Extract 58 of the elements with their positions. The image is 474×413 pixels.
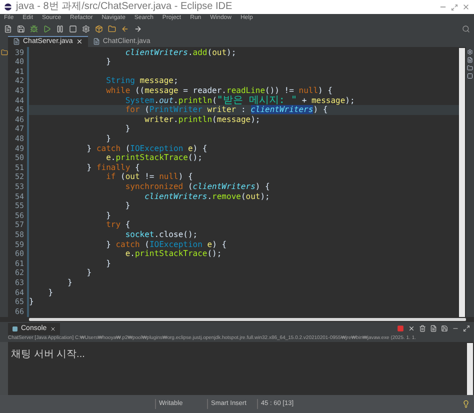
code-line: clientWriters.remove(out); bbox=[144, 192, 270, 202]
window-title: java - 8번 과제/src/ChatServer.java - Eclipse IDE bbox=[16, 0, 232, 14]
search-icon[interactable] bbox=[462, 24, 470, 33]
code-line: } catch (IOException e) { bbox=[86, 144, 208, 154]
code-line: e.printStackTrace(); bbox=[124, 249, 222, 259]
code-line: String message; bbox=[105, 76, 178, 86]
code-line: System.out.println("받은 메시지: " + message); bbox=[124, 96, 355, 106]
code-line: } bbox=[29, 297, 34, 307]
code-line: socket.close(); bbox=[124, 230, 198, 240]
folder-icon[interactable] bbox=[108, 24, 116, 33]
scrollbar[interactable] bbox=[467, 342, 473, 396]
code-line: } bbox=[105, 210, 111, 220]
java-file-icon bbox=[13, 38, 20, 46]
code-line: writer.println(message); bbox=[144, 114, 260, 124]
save-icon[interactable] bbox=[17, 24, 25, 33]
app-logo-icon bbox=[4, 3, 12, 11]
scrollbar[interactable] bbox=[29, 318, 466, 322]
folder-icon[interactable] bbox=[467, 64, 473, 71]
maximize-icon[interactable] bbox=[451, 4, 458, 10]
code-line: clientWriters.add(out); bbox=[124, 48, 236, 58]
document-icon[interactable] bbox=[467, 56, 473, 63]
code-line: } bbox=[105, 134, 111, 144]
code-line: e.printStackTrace(); bbox=[105, 153, 202, 163]
scrollbar[interactable] bbox=[459, 48, 465, 318]
bug-icon[interactable] bbox=[30, 24, 38, 33]
code-line: synchronized (clientWriters) { bbox=[124, 182, 270, 192]
maximize-icon[interactable] bbox=[463, 325, 470, 332]
code-line: if (out != null) { bbox=[106, 172, 193, 182]
trash-icon[interactable] bbox=[419, 325, 426, 332]
save-icon[interactable] bbox=[441, 325, 448, 332]
code-line: } bbox=[105, 258, 111, 268]
close-icon[interactable] bbox=[408, 325, 415, 332]
document-icon[interactable] bbox=[430, 325, 437, 332]
code-line: } bbox=[124, 201, 130, 211]
code-line: try { bbox=[105, 220, 130, 230]
lightbulb-icon[interactable] bbox=[462, 400, 470, 408]
code-line: } bbox=[47, 288, 54, 298]
code-line: } bbox=[86, 268, 92, 278]
stop-icon[interactable] bbox=[69, 24, 77, 33]
document-icon[interactable] bbox=[4, 24, 12, 33]
folder-icon[interactable] bbox=[0, 48, 8, 56]
arrow-left-icon[interactable] bbox=[121, 24, 129, 33]
code-line: } bbox=[124, 124, 130, 134]
code-line: } catch (IOException e) { bbox=[105, 240, 227, 250]
pause-icon[interactable] bbox=[56, 24, 64, 33]
gear-icon[interactable] bbox=[467, 48, 473, 55]
code-line: while ((message = reader.readLine()) != null) { bbox=[105, 86, 332, 96]
package-icon[interactable] bbox=[95, 24, 103, 33]
java-file-icon bbox=[92, 38, 100, 46]
code-line: } bbox=[66, 278, 72, 288]
gear-icon[interactable] bbox=[82, 24, 90, 33]
arrow-right-icon[interactable] bbox=[134, 24, 142, 33]
code-line: for (PrintWriter writer : clientWriters) { bbox=[124, 105, 328, 115]
code-line: } bbox=[105, 57, 111, 67]
code-line: } finally { bbox=[86, 162, 140, 172]
play-icon[interactable] bbox=[43, 24, 51, 33]
console-output: 채팅 서버 시작... bbox=[11, 348, 85, 360]
console-icon bbox=[12, 326, 18, 332]
